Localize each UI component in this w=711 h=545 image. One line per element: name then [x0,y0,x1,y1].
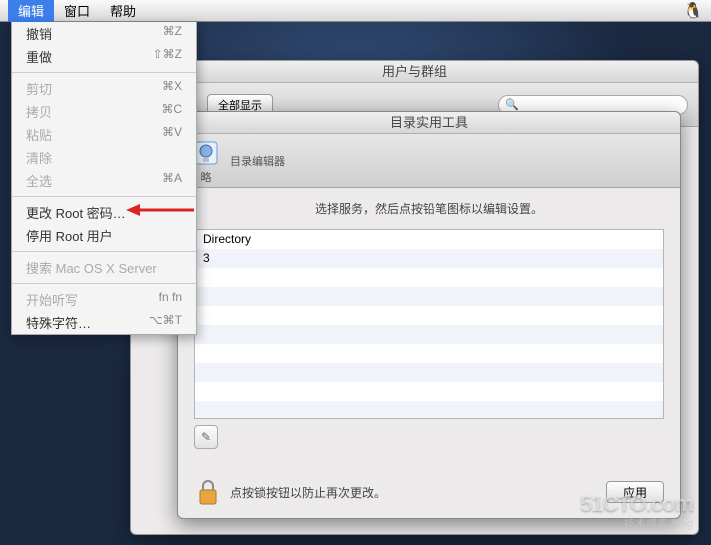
qq-penguin-icon[interactable]: 🐧 [683,1,703,21]
instruction-text: 选择服务，然后点按铅笔图标以编辑设置。 [194,200,664,217]
list-item[interactable]: Directory [195,230,663,249]
menu-separator [12,196,196,197]
system-menubar: 编辑 窗口 帮助 🐧 [0,0,711,22]
list-item [195,382,663,401]
menubar-help[interactable]: 帮助 [100,0,146,22]
menu-separator [12,251,196,252]
toolbar-item-dir-editor[interactable]: 目录编辑器 [230,153,285,169]
pencil-icon: ✎ [201,430,211,444]
menu-separator [12,72,196,73]
users-window-title: 用户与群组 [131,61,698,83]
menu-undo[interactable]: 撤销⌘Z [12,22,196,45]
menu-clear: 清除 [12,146,196,169]
menu-cut: 剪切⌘X [12,77,196,100]
search-icon: 🔍 [505,98,519,111]
menu-search-server: 搜索 Mac OS X Server [12,256,196,279]
lock-text: 点按锁按钮以防止再次更改。 [230,484,386,501]
list-item [195,287,663,306]
list-item [195,325,663,344]
list-item[interactable]: 3 [195,249,663,268]
menu-redo[interactable]: 重做⇧⌘Z [12,45,196,68]
directory-utility-window: 目录实用工具 略 目录编辑器 选择服务，然后点按铅笔图标以编辑设置。 Direc… [177,111,681,519]
dir-toolbar: 略 目录编辑器 [178,134,680,188]
watermark: 51CTO.com [580,491,693,517]
list-item [195,363,663,382]
edit-pencil-button[interactable]: ✎ [194,425,218,449]
list-item [195,306,663,325]
edit-dropdown-menu: 撤销⌘Z 重做⇧⌘Z 剪切⌘X 拷贝⌘C 粘贴⌘V 清除 全选⌘A 更改 Roo… [11,22,197,335]
services-listbox[interactable]: Directory 3 [194,229,664,419]
list-item [195,401,663,419]
menubar-edit[interactable]: 编辑 [8,0,54,22]
menu-disable-root-user[interactable]: 停用 Root 用户 [12,224,196,247]
menu-copy: 拷贝⌘C [12,100,196,123]
menu-select-all: 全选⌘A [12,169,196,192]
lock-icon[interactable] [194,476,222,508]
watermark-sub: 技术博客 Blog [624,515,693,531]
list-item [195,268,663,287]
menu-paste: 粘贴⌘V [12,123,196,146]
menubar-window[interactable]: 窗口 [54,0,100,22]
menu-start-dictation: 开始听写fn fn [12,288,196,311]
annotation-arrow-icon [126,203,196,217]
menu-separator [12,283,196,284]
menu-special-chars[interactable]: 特殊字符…⌥⌘T [12,311,196,334]
dir-window-title: 目录实用工具 [178,112,680,134]
list-item [195,344,663,363]
